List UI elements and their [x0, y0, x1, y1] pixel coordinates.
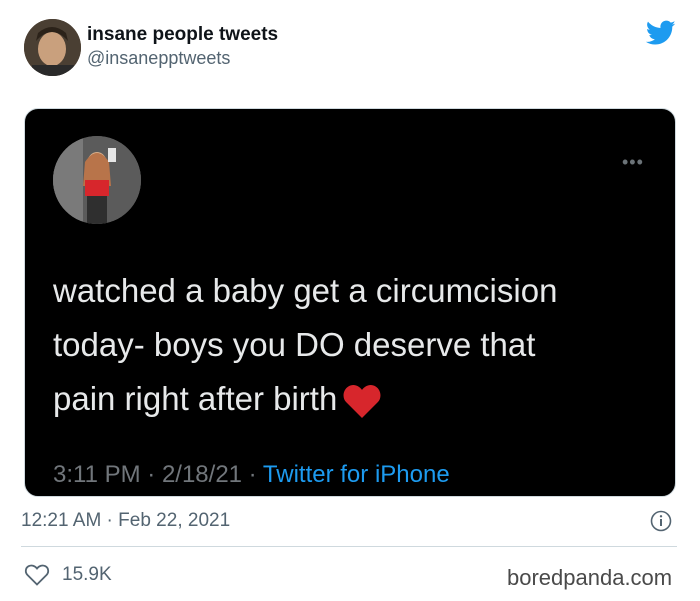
twitter-bird-icon[interactable]: [646, 20, 676, 46]
embedded-author-avatar: [53, 136, 141, 224]
embedded-tweet-meta: 3:11 PM · 2/18/21 · Twitter for iPhone: [53, 461, 450, 489]
author-display-name[interactable]: insane people tweets: [87, 24, 278, 46]
divider: [21, 546, 677, 547]
tweet-text-line-with-emoji: pain right after birth: [53, 372, 653, 426]
tweet-timestamp[interactable]: 12:21 AM · Feb 22, 2021: [21, 510, 230, 532]
like-count[interactable]: 15.9K: [62, 564, 112, 586]
tweet-header: insane people tweets @insanepptweets: [0, 0, 700, 90]
info-icon[interactable]: [650, 510, 672, 532]
embedded-tweet-time: 3:11 PM: [53, 461, 141, 488]
author-avatar[interactable]: [24, 19, 81, 76]
red-heart-emoji-icon: [343, 385, 381, 419]
tweet-text-line: today- boys you DO deserve that: [53, 326, 536, 363]
author-handle[interactable]: @insanepptweets: [87, 48, 230, 69]
separator: ·: [242, 461, 263, 488]
tweet-text-line: watched a baby get a circumcision: [53, 272, 558, 309]
embedded-tweet-source: Twitter for iPhone: [262, 461, 450, 488]
watermark: boredpanda.com: [507, 565, 673, 590]
tweet-text-line: pain right after birth: [53, 380, 338, 417]
more-dots-icon: •••: [622, 152, 644, 172]
like-heart-icon[interactable]: [24, 563, 50, 587]
embedded-tweet-screenshot: ••• watched a baby get a circumcision to…: [24, 108, 676, 497]
embedded-tweet-date: 2/18/21: [161, 461, 243, 488]
embedded-tweet-text: watched a baby get a circumcision today-…: [53, 264, 653, 426]
separator: ·: [140, 461, 162, 488]
